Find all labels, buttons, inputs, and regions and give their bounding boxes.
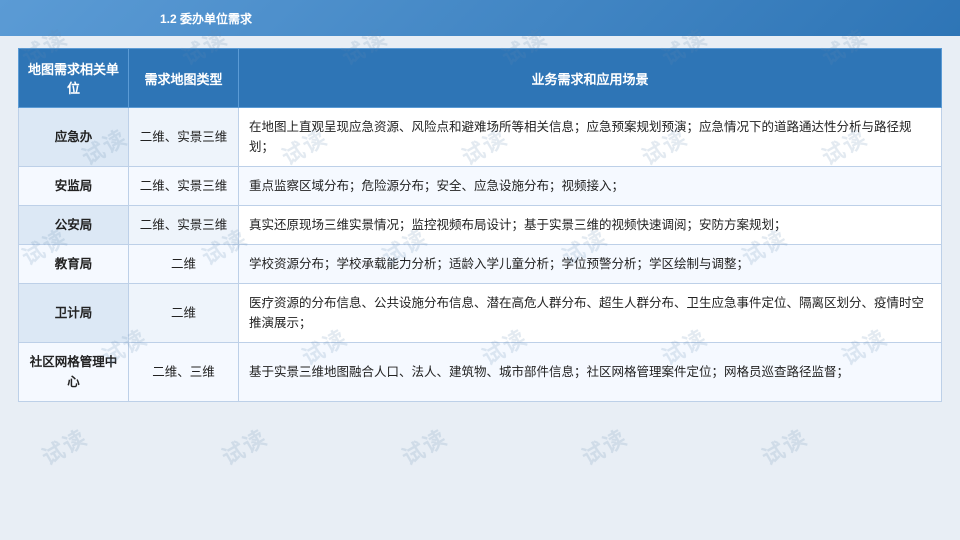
table-row: 社区网格管理中心二维、三维基于实景三维地图融合人口、法人、建筑物、城市部件信息；…: [19, 343, 942, 402]
top-bar: 1.2 委办单位需求: [0, 0, 960, 36]
cell-business: 医疗资源的分布信息、公共设施分布信息、潜在高危人群分布、超生人群分布、卫生应急事…: [239, 284, 942, 343]
table-row: 公安局二维、实景三维真实还原现场三维实景情况；监控视频布局设计；基于实景三维的视…: [19, 206, 942, 245]
cell-business: 基于实景三维地图融合人口、法人、建筑物、城市部件信息；社区网格管理案件定位；网格…: [239, 343, 942, 402]
cell-unit: 社区网格管理中心: [19, 343, 129, 402]
header-business: 业务需求和应用场景: [239, 49, 942, 108]
watermark: 试读: [215, 420, 273, 472]
table-row: 应急办二维、实景三维在地图上直观呈现应急资源、风险点和避难场所等相关信息；应急预…: [19, 108, 942, 167]
cell-type: 二维: [129, 245, 239, 284]
cell-type: 二维、实景三维: [129, 206, 239, 245]
requirements-table: 地图需求相关单位 需求地图类型 业务需求和应用场景 应急办二维、实景三维在地图上…: [18, 48, 942, 402]
header-type: 需求地图类型: [129, 49, 239, 108]
cell-business: 真实还原现场三维实景情况；监控视频布局设计；基于实景三维的视频快速调阅；安防方案…: [239, 206, 942, 245]
header-unit: 地图需求相关单位: [19, 49, 129, 108]
cell-business: 在地图上直观呈现应急资源、风险点和避难场所等相关信息；应急预案规划预演；应急情况…: [239, 108, 942, 167]
cell-business: 学校资源分布；学校承载能力分析；适龄入学儿童分析；学位预警分析；学区绘制与调整；: [239, 245, 942, 284]
cell-type: 二维: [129, 284, 239, 343]
table-row: 教育局二维学校资源分布；学校承载能力分析；适龄入学儿童分析；学位预警分析；学区绘…: [19, 245, 942, 284]
watermark: 试读: [35, 420, 93, 472]
cell-type: 二维、三维: [129, 343, 239, 402]
cell-type: 二维、实景三维: [129, 167, 239, 206]
table-row: 安监局二维、实景三维重点监察区域分布；危险源分布；安全、应急设施分布；视频接入；: [19, 167, 942, 206]
main-content: 地图需求相关单位 需求地图类型 业务需求和应用场景 应急办二维、实景三维在地图上…: [0, 36, 960, 412]
cell-unit: 应急办: [19, 108, 129, 167]
watermark: 试读: [395, 420, 453, 472]
cell-unit: 教育局: [19, 245, 129, 284]
section-title: 1.2 委办单位需求: [160, 10, 252, 27]
cell-business: 重点监察区域分布；危险源分布；安全、应急设施分布；视频接入；: [239, 167, 942, 206]
cell-type: 二维、实景三维: [129, 108, 239, 167]
cell-unit: 安监局: [19, 167, 129, 206]
watermark: 试读: [575, 420, 633, 472]
table-row: 卫计局二维医疗资源的分布信息、公共设施分布信息、潜在高危人群分布、超生人群分布、…: [19, 284, 942, 343]
table-header-row: 地图需求相关单位 需求地图类型 业务需求和应用场景: [19, 49, 942, 108]
watermark: 试读: [755, 420, 813, 472]
cell-unit: 公安局: [19, 206, 129, 245]
cell-unit: 卫计局: [19, 284, 129, 343]
